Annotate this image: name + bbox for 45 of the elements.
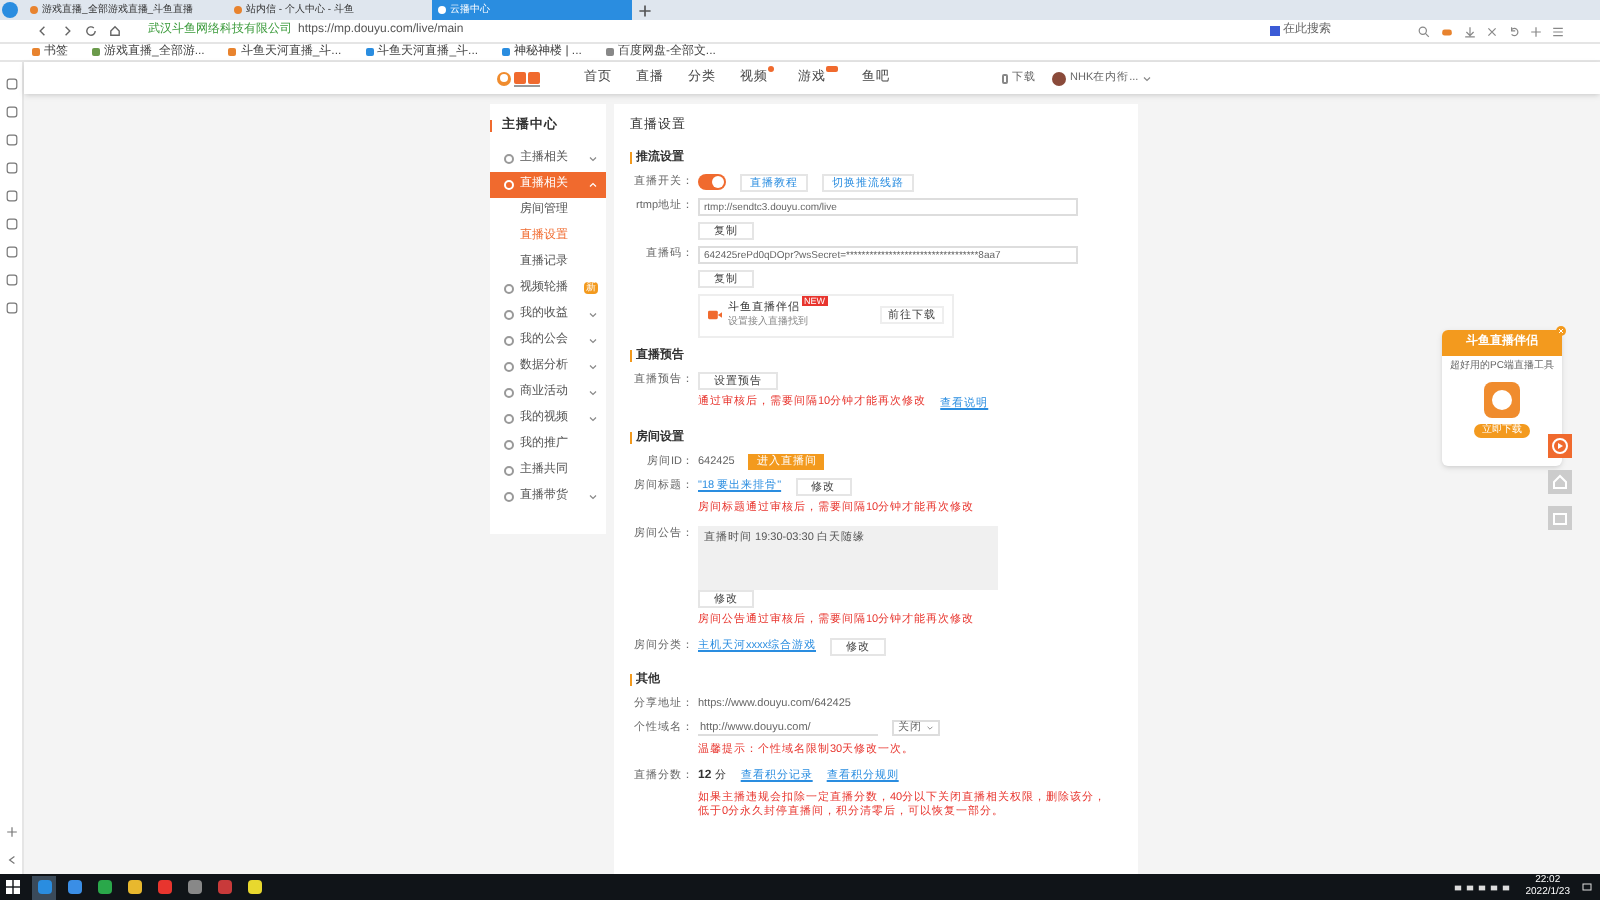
chevron-icon[interactable]: [588, 309, 598, 320]
back-icon[interactable]: [36, 24, 50, 38]
sidebar-tool-icon[interactable]: [5, 274, 17, 286]
sidebar-tool-icon[interactable]: [5, 246, 17, 258]
toggle-switch[interactable]: [698, 174, 726, 191]
app-logo-icon: [1482, 379, 1522, 419]
taskbar-app-icon[interactable]: [182, 875, 206, 899]
undo-icon[interactable]: [1508, 25, 1520, 37]
forward-icon[interactable]: [60, 24, 74, 38]
avatar[interactable]: [1052, 71, 1066, 85]
phone-icon[interactable]: [1002, 73, 1008, 83]
chevron-icon[interactable]: [588, 153, 598, 164]
taskbar-app-icon[interactable]: [62, 875, 86, 899]
taskbar-app-icon[interactable]: [32, 875, 56, 899]
caret-icon[interactable]: [1142, 73, 1153, 83]
menu-icon[interactable]: [1552, 25, 1564, 37]
chevron-icon[interactable]: [588, 361, 598, 372]
home-icon[interactable]: [108, 24, 122, 38]
collapse-icon[interactable]: [5, 854, 17, 866]
windows-start-icon[interactable]: [6, 880, 20, 894]
chevron-icon[interactable]: [588, 335, 598, 346]
notification-icon[interactable]: [1582, 882, 1592, 892]
chevron-icon[interactable]: [588, 491, 598, 502]
taskbar-app-icon[interactable]: [242, 875, 266, 899]
sidebar-tool-icon[interactable]: [5, 78, 17, 90]
add-icon[interactable]: [5, 826, 17, 838]
download-icon[interactable]: [1464, 25, 1476, 37]
chevron-icon[interactable]: [588, 413, 598, 424]
reload-icon[interactable]: [84, 24, 98, 38]
new-tab-icon[interactable]: [638, 3, 652, 17]
search-engine-icon[interactable]: [1269, 26, 1280, 36]
sidebar-tool-icon[interactable]: [5, 302, 17, 314]
sidebar-tool-icon[interactable]: [5, 190, 17, 202]
taskbar-app-icon[interactable]: [92, 875, 116, 899]
play-button[interactable]: [1548, 434, 1572, 458]
video-camera-icon: [708, 308, 722, 323]
search-icon[interactable]: [1418, 25, 1430, 37]
sidebar-tool-icon[interactable]: [5, 134, 17, 146]
chevron-icon[interactable]: [588, 387, 598, 398]
plus-icon[interactable]: [1530, 25, 1542, 37]
sidebar-tool-icon[interactable]: [5, 162, 17, 174]
browser-logo-icon: [2, 2, 18, 18]
sidebar-tool-icon[interactable]: [5, 106, 17, 118]
sidebar-tool-icon[interactable]: [5, 218, 17, 230]
taskbar-app-icon[interactable]: [122, 875, 146, 899]
